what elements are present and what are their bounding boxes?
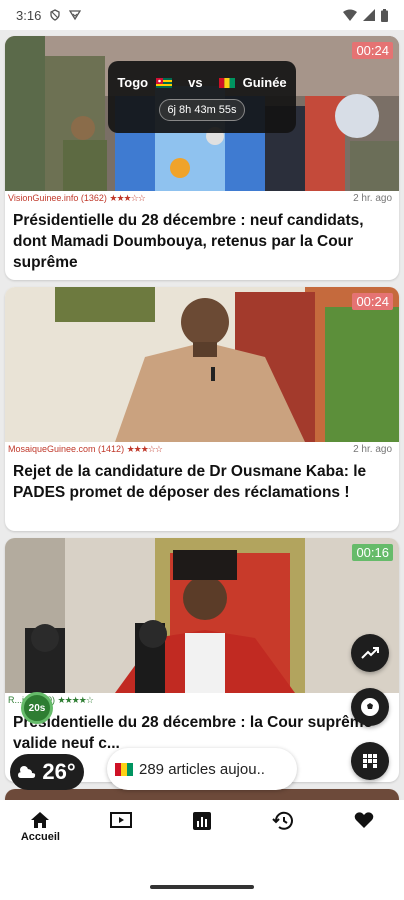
grid-icon [363,754,377,768]
article-meta: VisionGuinee.info (1362) ★★★☆☆ 2 hr. ago [5,191,399,206]
grid-view-button[interactable] [351,742,389,780]
togo-flag-icon [156,77,173,88]
articles-count-text: 289 articles aujou.. [139,760,265,778]
weather-widget[interactable]: 26° [10,754,84,790]
match-countdown: 6j 8h 43m 55s [159,99,245,121]
trending-button[interactable] [351,634,389,672]
video-icon [110,812,133,828]
battery-icon [381,8,388,22]
article-image-graphic [5,538,399,693]
nav-favorites[interactable] [323,800,404,860]
article-image[interactable]: 00:24 [5,287,399,442]
article-age: 2 hr. ago [353,193,392,204]
article-image-graphic [5,287,399,442]
video-timer-badge: 00:16 [352,544,393,561]
article-source[interactable]: MosaiqueGuinee.com (1412) ★★★☆☆ [8,444,163,455]
wifi-icon [343,9,357,21]
team-home: Togo [117,75,149,90]
article-card[interactable]: 00:16 R...info (30) ★★★★☆ Présidentielle… [5,538,399,782]
weather-cloud-icon [18,766,36,778]
guinea-flag-icon [115,762,133,776]
guinea-flag-icon [218,77,235,88]
nav-home[interactable]: Accueil [0,800,81,860]
nav-home-label: Accueil [20,831,60,843]
history-icon [272,811,293,830]
article-card[interactable] [5,789,399,800]
bar-chart-icon [192,812,211,830]
article-meta: MosaiqueGuinee.com (1412) ★★★☆☆ 2 hr. ag… [5,442,399,457]
rating-stars: ★★★☆☆ [126,444,163,454]
article-card[interactable]: 00:24 MosaiqueGuinee.com (1412) ★★★☆☆ 2 … [5,287,399,531]
article-source[interactable]: VisionGuinee.info (1362) ★★★☆☆ [8,193,146,204]
article-meta: R...info (30) ★★★★☆ [5,693,399,708]
notification-icon [69,10,82,21]
match-countdown-widget[interactable]: Togo vs Guinée 6j 8h 43m 55s [108,61,296,133]
status-bar: 3:16 [0,0,404,30]
weather-temperature: 26° [42,759,76,784]
article-title[interactable]: Rejet de la candidature de Dr Ousmane Ka… [5,457,399,503]
soccer-ball-icon [361,698,379,716]
home-icon [31,812,50,828]
team-away: Guinée [242,75,287,90]
articles-count-pill[interactable]: 289 articles aujou.. [107,748,297,790]
bottom-navigation: Accueil [0,800,404,860]
status-time: 3:16 [16,7,42,23]
article-title[interactable]: Présidentielle du 28 décembre : neuf can… [5,206,399,273]
nav-stats[interactable] [162,800,243,860]
football-button[interactable] [351,688,389,726]
shield-icon [50,9,60,21]
system-home-indicator [0,860,404,900]
versus-label: vs [188,75,203,90]
article-image[interactable] [5,789,399,800]
signal-icon [363,9,375,21]
heart-icon [354,812,373,828]
home-gesture-bar[interactable] [150,885,254,889]
article-image[interactable]: 00:16 [5,538,399,693]
article-age: 2 hr. ago [353,444,392,455]
rating-stars: ★★★★☆ [57,695,94,705]
timer-countdown-badge[interactable]: 20s [21,692,53,724]
nav-video[interactable] [81,800,162,860]
news-feed[interactable]: 00:24 VisionGuinee.info (1362) ★★★☆☆ 2 h… [0,30,404,800]
rating-stars: ★★★☆☆ [109,193,145,203]
nav-history[interactable] [242,800,323,860]
video-timer-badge: 00:24 [352,293,393,310]
video-timer-badge: 00:24 [352,42,393,59]
trending-up-icon [361,647,379,659]
